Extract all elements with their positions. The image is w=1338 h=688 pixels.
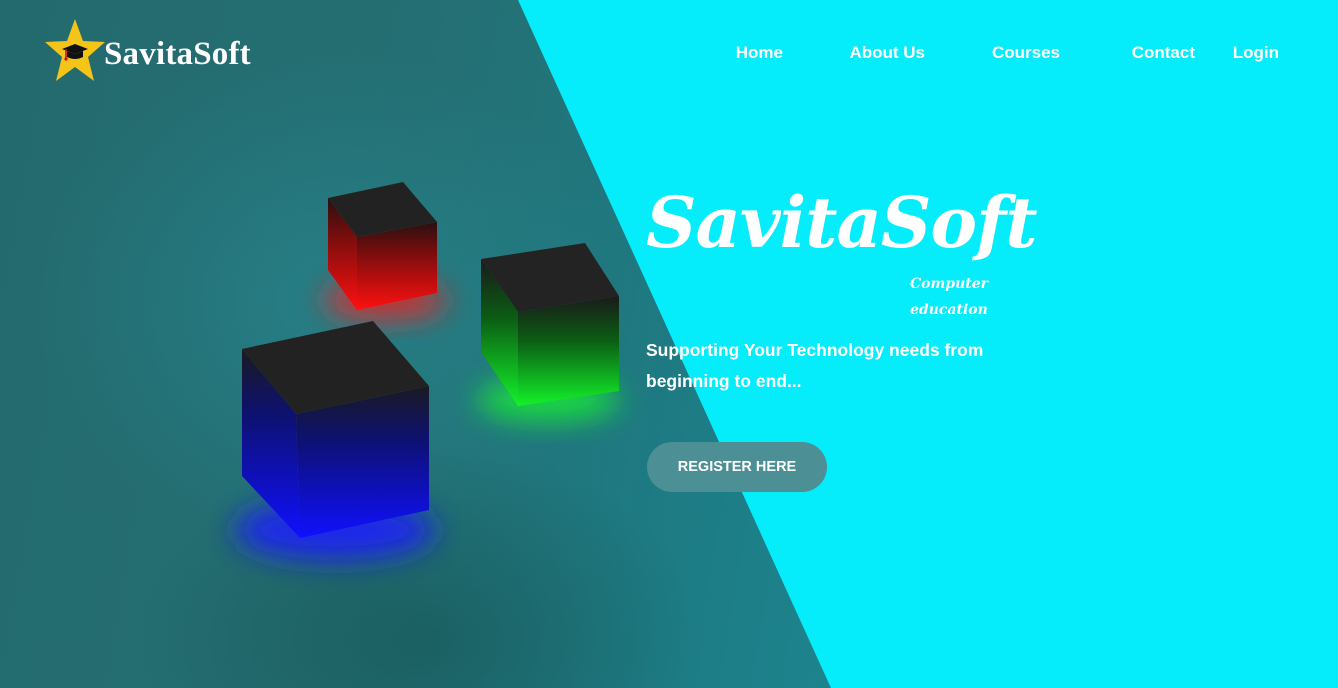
brand-name: SavitaSoft [104, 35, 251, 72]
register-here-button[interactable]: REGISTER HERE [647, 442, 827, 492]
hero-subtitle: Computer education [910, 271, 1000, 323]
site-logo[interactable]: SavitaSoft [44, 16, 251, 86]
nav-home-link[interactable]: Home [736, 40, 783, 66]
nav-about-us-link[interactable]: About Us [849, 40, 925, 66]
hero-subtitle-line-1: Computer [910, 276, 989, 292]
nav-contact-link[interactable]: Contact [1132, 40, 1195, 66]
hero-title: SavitaSoft [646, 181, 1038, 264]
hero-subtitle-line-2: education [910, 302, 988, 318]
nav-courses-link[interactable]: Courses [992, 40, 1060, 66]
hero-tagline: Supporting Your Technology needs from be… [646, 340, 984, 391]
landing-page: SavitaSoft Home About Us Courses Contact… [0, 0, 1338, 688]
nav-login-link[interactable]: Login [1233, 40, 1279, 66]
star-with-graduation-cap-icon [45, 19, 105, 81]
